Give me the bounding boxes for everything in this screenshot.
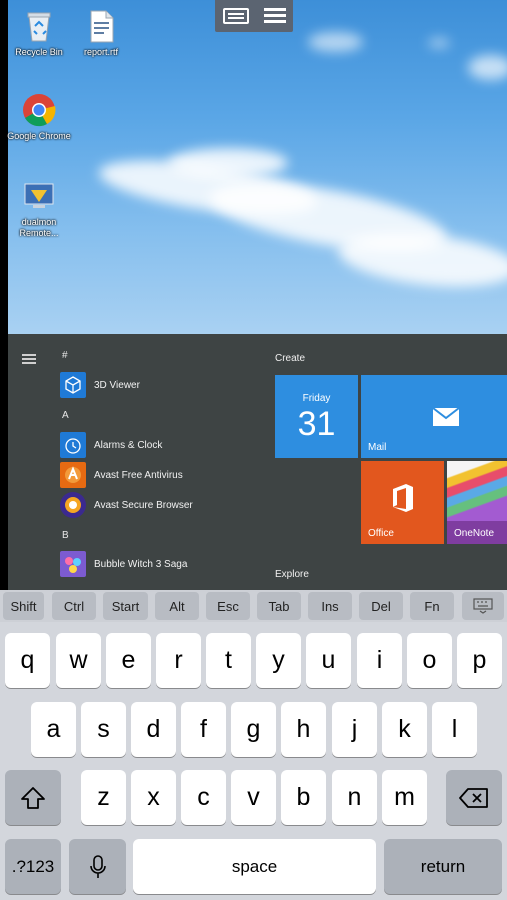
calendar-tile[interactable]: Friday 31 bbox=[275, 375, 358, 458]
desktop-icon-dualmon-remote[interactable]: dualmon Remote... bbox=[7, 178, 71, 239]
app-item-bubble-witch[interactable]: Bubble Witch 3 Saga bbox=[60, 550, 187, 578]
key-z[interactable]: z bbox=[81, 770, 126, 825]
office-tile[interactable]: Office bbox=[361, 461, 444, 544]
desktop-icon-label: Google Chrome bbox=[7, 131, 71, 141]
alarm-clock-icon bbox=[60, 432, 86, 458]
onenote-tile[interactable]: OneNote bbox=[447, 461, 507, 544]
office-icon bbox=[390, 483, 416, 518]
desktop-icon-report[interactable]: report.rtf bbox=[69, 8, 133, 58]
key-q[interactable]: q bbox=[5, 633, 50, 688]
onenote-tile-label: OneNote bbox=[454, 528, 495, 539]
key-r[interactable]: r bbox=[156, 633, 201, 688]
app-item-label: Alarms & Clock bbox=[94, 439, 163, 451]
ctrl-modifier-key[interactable]: Ctrl bbox=[52, 592, 96, 620]
key-p[interactable]: p bbox=[457, 633, 502, 688]
document-icon bbox=[83, 8, 119, 44]
ins-modifier-key[interactable]: Ins bbox=[308, 592, 352, 620]
mail-icon bbox=[432, 407, 460, 432]
avast-browser-icon bbox=[60, 492, 86, 518]
fn-modifier-key[interactable]: Fn bbox=[410, 592, 454, 620]
backspace-key[interactable] bbox=[446, 770, 502, 825]
shift-key[interactable] bbox=[5, 770, 61, 825]
del-modifier-key[interactable]: Del bbox=[359, 592, 403, 620]
app-list-letter-header[interactable]: B bbox=[62, 530, 69, 541]
desktop-icon-recycle-bin[interactable]: Recycle Bin bbox=[7, 8, 71, 58]
key-o[interactable]: o bbox=[407, 633, 452, 688]
microphone-icon bbox=[89, 854, 106, 878]
shift-modifier-key[interactable]: Shift bbox=[3, 592, 44, 620]
app-item-avast-free-antivirus[interactable]: Avast Free Antivirus bbox=[60, 461, 183, 489]
menu-icon[interactable] bbox=[263, 8, 286, 24]
key-h[interactable]: h bbox=[281, 702, 326, 757]
key-i[interactable]: i bbox=[357, 633, 402, 688]
key-g[interactable]: g bbox=[231, 702, 276, 757]
tile-group-title-explore: Explore bbox=[275, 569, 309, 580]
tile-group-title-create: Create bbox=[275, 353, 306, 364]
remote-desktop-view[interactable]: Recycle Bin report.rtf Google Chrome dua… bbox=[0, 0, 507, 590]
remote-toolbar bbox=[215, 0, 293, 32]
desktop-icon-label: dualmon Remote... bbox=[19, 217, 59, 238]
calendar-tile-date: 31 bbox=[297, 405, 336, 443]
calendar-tile-day: Friday bbox=[302, 393, 331, 404]
key-s[interactable]: s bbox=[81, 702, 126, 757]
key-b[interactable]: b bbox=[281, 770, 326, 825]
app-item-3d-viewer[interactable]: 3D Viewer bbox=[60, 371, 140, 399]
hamburger-icon[interactable] bbox=[22, 354, 36, 364]
key-c[interactable]: c bbox=[181, 770, 226, 825]
key-n[interactable]: n bbox=[332, 770, 377, 825]
app-item-alarms-clock[interactable]: Alarms & Clock bbox=[60, 431, 162, 459]
key-w[interactable]: w bbox=[56, 633, 101, 688]
key-l[interactable]: l bbox=[432, 702, 477, 757]
alt-modifier-key[interactable]: Alt bbox=[155, 592, 199, 620]
return-key[interactable]: return bbox=[384, 839, 502, 894]
key-y[interactable]: y bbox=[256, 633, 301, 688]
onscreen-keyboard: Shift Ctrl Start Alt Esc Tab Ins Del Fn … bbox=[0, 590, 507, 900]
app-list-letter-header[interactable]: # bbox=[62, 350, 68, 361]
esc-modifier-key[interactable]: Esc bbox=[206, 592, 250, 620]
key-d[interactable]: d bbox=[131, 702, 176, 757]
key-x[interactable]: x bbox=[131, 770, 176, 825]
recycle-bin-icon bbox=[21, 8, 57, 44]
mail-tile-label: Mail bbox=[368, 442, 387, 453]
key-j[interactable]: j bbox=[332, 702, 377, 757]
key-u[interactable]: u bbox=[306, 633, 351, 688]
modifier-key-row: Shift Ctrl Start Alt Esc Tab Ins Del Fn bbox=[0, 590, 507, 622]
mail-tile[interactable]: Mail bbox=[361, 375, 507, 458]
avast-antivirus-icon bbox=[60, 462, 86, 488]
chrome-icon bbox=[21, 92, 57, 128]
app-item-avast-secure-browser[interactable]: Avast Secure Browser bbox=[60, 491, 193, 519]
shift-arrow-icon bbox=[21, 786, 45, 809]
desktop-icon-label: Recycle Bin bbox=[15, 47, 63, 57]
dictation-key[interactable] bbox=[69, 839, 126, 894]
app-item-label: Avast Secure Browser bbox=[94, 499, 193, 511]
app-list-letter-header[interactable]: A bbox=[62, 410, 69, 421]
remote-app-icon bbox=[21, 178, 57, 214]
app-item-label: Bubble Witch 3 Saga bbox=[94, 558, 188, 570]
key-m[interactable]: m bbox=[382, 770, 427, 825]
key-a[interactable]: a bbox=[31, 702, 76, 757]
app-item-label: Avast Free Antivirus bbox=[94, 469, 183, 481]
office-tile-label: Office bbox=[368, 528, 394, 539]
tab-modifier-key[interactable]: Tab bbox=[257, 592, 301, 620]
keyboard-icon[interactable] bbox=[222, 8, 249, 24]
desktop-icon-label: report.rtf bbox=[83, 47, 118, 57]
keyboard-dismiss-icon bbox=[473, 598, 493, 614]
app-item-label: 3D Viewer bbox=[94, 379, 140, 391]
3d-viewer-icon bbox=[60, 372, 86, 398]
numbers-key[interactable]: .?123 bbox=[5, 839, 61, 894]
hide-keyboard-button[interactable] bbox=[462, 592, 504, 620]
desktop-icon-google-chrome[interactable]: Google Chrome bbox=[7, 92, 71, 142]
start-modifier-key[interactable]: Start bbox=[103, 592, 148, 620]
key-k[interactable]: k bbox=[382, 702, 427, 757]
key-t[interactable]: t bbox=[206, 633, 251, 688]
space-key[interactable]: space bbox=[133, 839, 376, 894]
bubble-witch-icon bbox=[60, 551, 86, 577]
start-menu: # 3D Viewer A Alarms & Clock Avast Free … bbox=[8, 334, 507, 590]
key-v[interactable]: v bbox=[231, 770, 276, 825]
onenote-tile-artwork bbox=[447, 461, 507, 521]
key-f[interactable]: f bbox=[181, 702, 226, 757]
key-e[interactable]: e bbox=[106, 633, 151, 688]
backspace-icon bbox=[459, 787, 488, 808]
start-menu-rail bbox=[8, 334, 52, 590]
